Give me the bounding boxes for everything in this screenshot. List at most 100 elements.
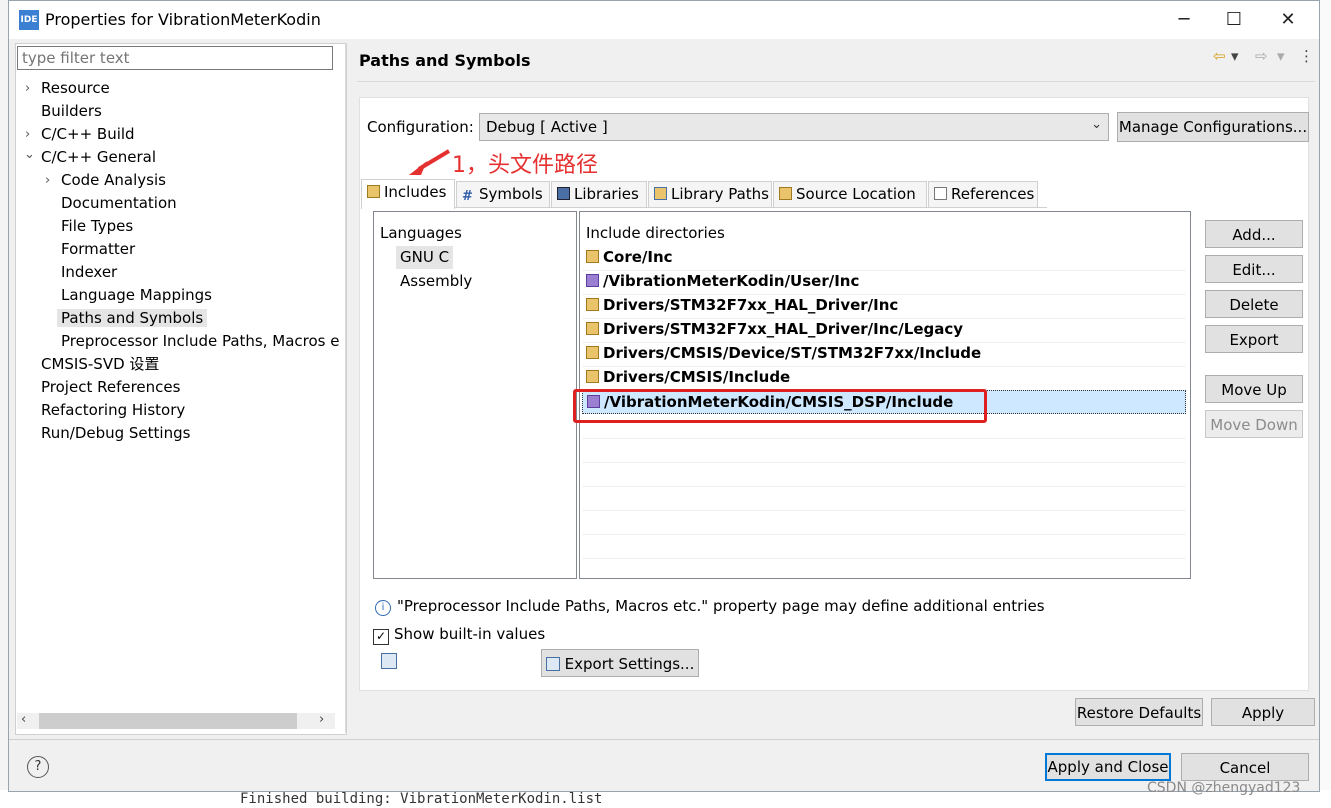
scroll-right-icon[interactable]: ›	[319, 712, 324, 727]
include-path: Drivers/CMSIS/Device/ST/STM32F7xx/Includ…	[603, 344, 982, 362]
forward-arrow-icon[interactable]: ⇨	[1255, 47, 1268, 65]
tree-item-cmsis-svd[interactable]: CMSIS-SVD 设置	[23, 353, 343, 376]
more-menu-icon[interactable]: ⋮	[1299, 47, 1314, 65]
apply-and-close-button[interactable]: Apply and Close	[1045, 753, 1171, 781]
back-arrow-icon[interactable]: ⇦	[1213, 47, 1226, 65]
tree-item-builders[interactable]: Builders	[23, 100, 343, 123]
forward-dropdown-icon[interactable]: ▾	[1277, 47, 1285, 65]
folder-icon	[586, 250, 599, 263]
empty-row	[582, 462, 1186, 487]
empty-row	[582, 510, 1186, 535]
table-row[interactable]: /VibrationMeterKodin/User/Inc	[582, 270, 1186, 295]
configuration-value: Debug [ Active ]	[486, 118, 608, 136]
library-icon	[557, 187, 570, 200]
chevron-right-icon[interactable]: ›	[25, 77, 37, 100]
checkbox-checked-icon[interactable]: ✓	[373, 629, 389, 645]
header-separator	[357, 81, 1315, 82]
tree-item-documentation[interactable]: Documentation	[23, 192, 343, 215]
restore-defaults-button[interactable]: Restore Defaults	[1075, 698, 1203, 726]
chevron-down-icon[interactable]: ⌄	[24, 143, 36, 166]
language-item-assembly[interactable]: Assembly	[400, 270, 472, 293]
page-title: Paths and Symbols	[359, 51, 531, 70]
info-message: i "Preprocessor Include Paths, Macros etc…	[375, 597, 1045, 616]
maximize-button[interactable]: ☐	[1211, 5, 1257, 35]
move-down-button[interactable]: Move Down	[1205, 410, 1303, 438]
tree-item-cpp-general[interactable]: ⌄ C/C++ General	[23, 146, 343, 169]
tab-source-location[interactable]: Source Location	[773, 181, 927, 208]
tree-item-language-mappings[interactable]: Language Mappings	[23, 284, 343, 307]
include-path: /VibrationMeterKodin/User/Inc	[603, 272, 860, 290]
tree-item-label: Documentation	[61, 194, 177, 212]
tree-item-resource[interactable]: › Resource	[23, 77, 343, 100]
tree-item-label: CMSIS-SVD 设置	[41, 355, 160, 373]
tree-item-project-references[interactable]: Project References	[23, 376, 343, 399]
configuration-label: Configuration:	[367, 118, 474, 136]
tab-library-paths[interactable]: Library Paths	[648, 181, 772, 208]
add-button[interactable]: Add...	[1205, 220, 1303, 248]
window-title: Properties for VibrationMeterKodin	[45, 10, 321, 29]
languages-list: Languages GNU C Assembly	[373, 211, 577, 579]
filter-input[interactable]	[17, 46, 333, 70]
folder-icon	[586, 322, 599, 335]
tab-includes[interactable]: Includes	[361, 179, 455, 209]
export-settings-icon	[545, 657, 560, 671]
tree-item-preprocessor[interactable]: Preprocessor Include Paths, Macros e	[23, 330, 343, 353]
include-directories-header: Include directories	[586, 224, 725, 242]
chevron-right-icon[interactable]: ›	[45, 169, 57, 192]
annotation-text: 1，头文件路径	[452, 153, 598, 178]
tree-item-file-types[interactable]: File Types	[23, 215, 343, 238]
tree-item-cpp-build[interactable]: › C/C++ Build	[23, 123, 343, 146]
tab-label: Symbols	[479, 185, 543, 203]
cancel-button[interactable]: Cancel	[1181, 753, 1309, 781]
tree-item-formatter[interactable]: Formatter	[23, 238, 343, 261]
tree-item-label: Builders	[41, 102, 102, 120]
tree-item-label: C/C++ General	[41, 148, 157, 166]
tree-item-label: Formatter	[61, 240, 136, 258]
export-button[interactable]: Export	[1205, 325, 1303, 353]
move-up-button[interactable]: Move Up	[1205, 375, 1303, 403]
table-row[interactable]: Core/Inc	[582, 246, 1186, 271]
language-item-gnu-c[interactable]: GNU C	[396, 246, 454, 269]
table-row[interactable]: Drivers/STM32F7xx_HAL_Driver/Inc	[582, 294, 1186, 319]
help-icon[interactable]: ?	[27, 756, 49, 778]
annotation-arrow-icon	[409, 149, 451, 175]
tab-underline	[367, 207, 1047, 208]
workspace-folder-icon	[586, 274, 599, 287]
minimize-button[interactable]: ─	[1161, 5, 1207, 35]
export-settings-button[interactable]: Export Settings...	[541, 649, 699, 677]
back-dropdown-icon[interactable]: ▾	[1231, 47, 1239, 65]
scroll-left-icon[interactable]: ‹	[21, 712, 26, 727]
configuration-select[interactable]: Debug [ Active ] ⌄	[479, 113, 1109, 141]
tree-item-indexer[interactable]: Indexer	[23, 261, 343, 284]
table-row[interactable]: Drivers/STM32F7xx_HAL_Driver/Inc/Legacy	[582, 318, 1186, 343]
folder-icon	[586, 298, 599, 311]
import-settings-icon[interactable]	[381, 653, 397, 669]
tree-item-refactoring-history[interactable]: Refactoring History	[23, 399, 343, 422]
tree-item-run-debug[interactable]: Run/Debug Settings	[23, 422, 343, 445]
tab-references[interactable]: References	[928, 181, 1038, 208]
tab-symbols[interactable]: # Symbols	[456, 181, 550, 208]
empty-row	[582, 534, 1186, 559]
empty-row	[582, 438, 1186, 463]
delete-button[interactable]: Delete	[1205, 290, 1303, 318]
tree-item-label: File Types	[61, 217, 134, 235]
apply-button[interactable]: Apply	[1211, 698, 1315, 726]
tree-item-paths-and-symbols[interactable]: Paths and Symbols	[23, 307, 343, 330]
close-button[interactable]: ✕	[1265, 5, 1311, 35]
tab-libraries[interactable]: Libraries	[551, 181, 647, 208]
show-builtin-checkbox[interactable]: ✓ Show built-in values	[373, 625, 545, 645]
tree-item-label: Refactoring History	[41, 401, 186, 419]
includes-icon	[367, 185, 380, 198]
tree-item-label: Language Mappings	[61, 286, 212, 304]
tab-label: Library Paths	[671, 185, 769, 203]
properties-dialog: IDE Properties for VibrationMeterKodin ─…	[8, 0, 1320, 792]
source-folder-icon	[779, 187, 792, 200]
table-row[interactable]: Drivers/CMSIS/Device/ST/STM32F7xx/Includ…	[582, 342, 1186, 367]
manage-configurations-button[interactable]: Manage Configurations...	[1117, 112, 1309, 142]
tree-item-code-analysis[interactable]: › Code Analysis	[23, 169, 343, 192]
edit-button[interactable]: Edit...	[1205, 255, 1303, 283]
tree-item-label: Project References	[41, 378, 181, 396]
table-row[interactable]: Drivers/CMSIS/Include	[582, 366, 1186, 391]
background-console	[0, 790, 1331, 808]
scrollbar-thumb[interactable]	[39, 713, 297, 729]
